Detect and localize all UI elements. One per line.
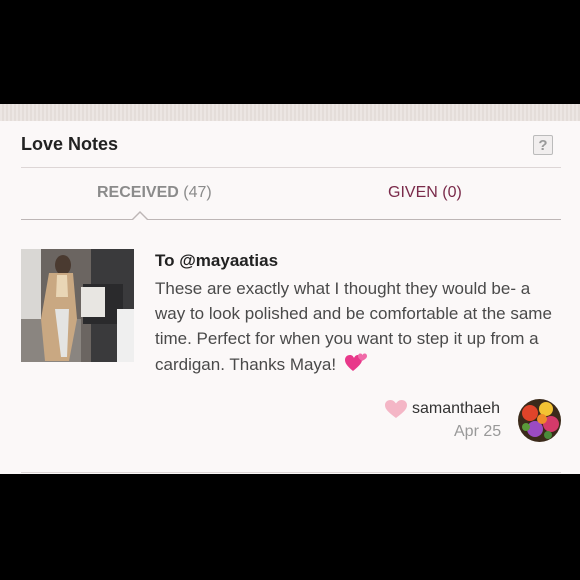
header-divider: [21, 167, 561, 168]
author-avatar[interactable]: [518, 399, 561, 442]
listing-photo: [21, 249, 134, 362]
love-notes-panel: Love Notes ? RECEIVED (47) GIVEN (0) To …: [0, 104, 580, 474]
note-divider: [21, 472, 561, 473]
tab-given[interactable]: GIVEN (0): [388, 184, 462, 202]
question-icon[interactable]: ?: [533, 135, 553, 155]
heart-icon[interactable]: [385, 400, 407, 423]
tab-received-count: (47): [183, 184, 212, 201]
tab-underline: [21, 219, 561, 220]
note-body: These are exactly what I thought they wo…: [155, 276, 565, 380]
tab-received-label: RECEIVED: [97, 184, 179, 201]
tab-received[interactable]: RECEIVED (47): [97, 184, 212, 202]
note-date: Apr 25: [454, 423, 502, 440]
note-recipient[interactable]: To @mayaatias: [155, 251, 278, 271]
page-title: Love Notes: [21, 134, 119, 154]
active-tab-caret-fill: [133, 213, 147, 220]
author-username[interactable]: samanthaeh: [412, 400, 500, 418]
two-hearts-emoji-icon: [344, 351, 369, 380]
top-texture-strip: [0, 104, 580, 121]
listing-thumbnail[interactable]: [21, 249, 134, 362]
